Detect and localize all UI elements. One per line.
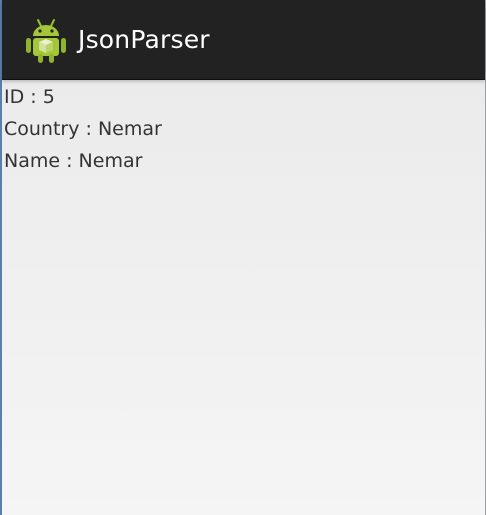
detail-value: 5	[42, 86, 55, 108]
detail-separator: :	[79, 118, 98, 140]
detail-label: ID	[4, 86, 25, 108]
app-title: JsonParser	[78, 25, 210, 54]
main-content: ID : 5 Country : Nemar Name : Nemar	[2, 80, 485, 515]
detail-row-id: ID : 5	[2, 86, 485, 118]
app-window: JsonParser ID : 5 Country : Nemar Name :…	[0, 0, 486, 515]
detail-row-country: Country : Nemar	[2, 118, 485, 150]
detail-value: Nemar	[78, 150, 143, 172]
detail-separator: :	[24, 86, 43, 108]
action-bar: JsonParser	[2, 0, 485, 80]
detail-value: Nemar	[97, 118, 162, 140]
android-robot-icon	[26, 18, 66, 63]
detail-label: Country	[4, 118, 80, 140]
android-app-icon[interactable]	[26, 17, 66, 63]
detail-row-name: Name : Nemar	[2, 150, 485, 182]
detail-separator: :	[60, 150, 79, 172]
detail-label: Name	[4, 150, 61, 172]
